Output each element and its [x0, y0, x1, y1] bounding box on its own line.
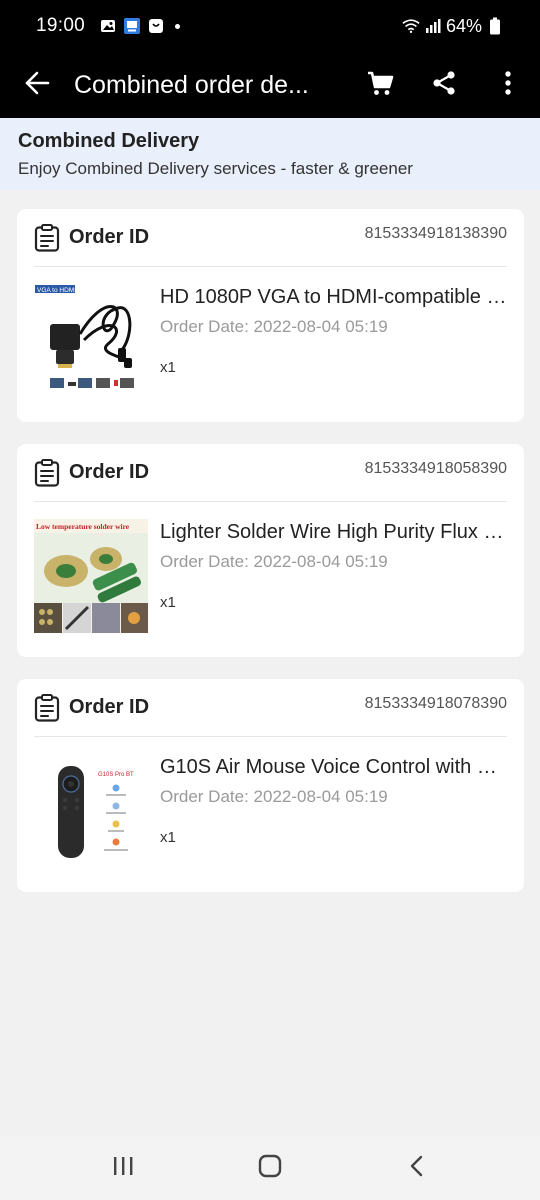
system-nav-bar	[0, 1136, 540, 1200]
order-header: Order ID 8153334918138390	[34, 209, 507, 267]
clipboard-icon	[34, 223, 60, 252]
page-title: Combined order de...	[74, 70, 309, 99]
app-actions	[348, 52, 540, 118]
battery-percent: 64%	[445, 15, 482, 36]
product-image[interactable]: VGA to HDMI	[34, 284, 148, 398]
order-card: Order ID 8153334918138390 VGA to HDMI HD…	[17, 209, 524, 422]
recent-apps-icon	[112, 1156, 134, 1181]
order-date: Order Date: 2022-08-04 05:19	[160, 552, 388, 571]
order-item[interactable]: Low temperature solder wire Lighter Sold…	[34, 502, 507, 633]
app-notification-icon	[123, 17, 141, 35]
more-options-button[interactable]	[476, 52, 540, 118]
product-image[interactable]: G10S Pro BT	[34, 754, 148, 868]
order-id-value: 8153334918058390	[364, 460, 507, 477]
order-info: HD 1080P VGA to HDMI-compatible Converte…	[160, 284, 507, 398]
signal-icon	[424, 17, 442, 35]
back-icon	[409, 1155, 425, 1182]
order-item[interactable]: G10S Pro BT G10S Air Mouse Voice Control…	[34, 737, 507, 868]
status-right: 64%	[402, 16, 504, 37]
order-id-label: Order ID	[69, 461, 150, 483]
order-info: G10S Air Mouse Voice Control with Gyrosc…	[160, 754, 507, 868]
product-title[interactable]: G10S Air Mouse Voice Control with Gyrosc…	[160, 756, 507, 779]
battery-icon	[486, 17, 504, 35]
thumb-label: VGA to HDMI	[37, 287, 76, 294]
order-quantity: x1	[160, 829, 176, 846]
banner-subtitle: Enjoy Combined Delivery services - faste…	[18, 159, 413, 178]
app-bar: Combined order de...	[0, 52, 540, 118]
wifi-icon	[402, 17, 420, 35]
order-header: Order ID 8153334918078390	[34, 679, 507, 737]
order-date: Order Date: 2022-08-04 05:19	[160, 787, 388, 806]
thumb-label: G10S Pro BT	[98, 772, 134, 778]
home-button[interactable]	[240, 1143, 300, 1193]
status-bar: 19:00 64%	[0, 0, 540, 52]
more-notifications-dot	[175, 23, 181, 29]
back-nav-button[interactable]	[387, 1143, 447, 1193]
share-icon	[431, 70, 457, 101]
order-card: Order ID 8153334918058390 Low temperatur…	[17, 444, 524, 657]
order-quantity: x1	[160, 594, 176, 611]
order-id-value: 8153334918078390	[364, 695, 507, 712]
order-list: Order ID 8153334918138390 VGA to HDMI HD…	[17, 209, 524, 914]
cart-icon	[366, 69, 394, 102]
product-image[interactable]: Low temperature solder wire	[34, 519, 148, 633]
banner-title: Combined Delivery	[18, 130, 200, 152]
share-button[interactable]	[412, 52, 476, 118]
home-icon	[258, 1154, 282, 1183]
combined-delivery-banner: Combined Delivery Enjoy Combined Deliver…	[0, 118, 540, 190]
product-title[interactable]: HD 1080P VGA to HDMI-compatible Converte…	[160, 286, 507, 309]
order-date: Order Date: 2022-08-04 05:19	[160, 317, 388, 336]
order-header: Order ID 8153334918058390	[34, 444, 507, 502]
cart-button[interactable]	[348, 52, 412, 118]
order-id-label: Order ID	[69, 226, 150, 248]
order-id-label: Order ID	[69, 696, 150, 718]
clipboard-icon	[34, 458, 60, 487]
order-id-value: 8153334918138390	[364, 225, 507, 242]
product-title[interactable]: Lighter Solder Wire High Purity Flux Cor…	[160, 521, 507, 544]
order-item[interactable]: VGA to HDMI HD 1080P VGA to HDMI-compati…	[34, 267, 507, 398]
order-info: Lighter Solder Wire High Purity Flux Cor…	[160, 519, 507, 633]
order-quantity: x1	[160, 359, 176, 376]
gallery-icon	[99, 17, 117, 35]
clipboard-icon	[34, 693, 60, 722]
bag-icon	[147, 17, 165, 35]
arrow-left-icon	[24, 71, 50, 100]
status-time: 19:00	[36, 15, 86, 36]
thumb-label: Low temperature solder wire	[36, 522, 130, 531]
notification-icons	[99, 17, 181, 35]
more-vert-icon	[504, 70, 512, 101]
recent-apps-button[interactable]	[93, 1143, 153, 1193]
order-card: Order ID 8153334918078390 G10S Pro BT G1…	[17, 679, 524, 892]
back-button[interactable]	[0, 52, 74, 118]
